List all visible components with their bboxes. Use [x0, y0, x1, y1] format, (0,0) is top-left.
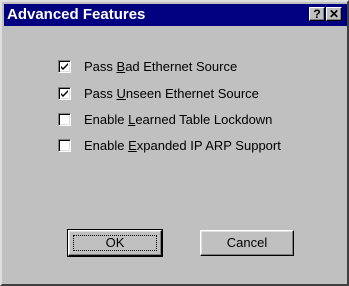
- cancel-button[interactable]: Cancel: [200, 230, 294, 256]
- ok-button-label: OK: [105, 235, 125, 250]
- checkmark-icon: [61, 63, 68, 70]
- checkbox[interactable]: [58, 139, 71, 152]
- close-button[interactable]: ✕: [326, 7, 342, 21]
- checkbox[interactable]: [58, 60, 71, 73]
- help-button[interactable]: ?: [309, 7, 325, 21]
- option-label: Enable Learned Table Lockdown: [84, 112, 273, 127]
- dialog-title: Advanced Features: [7, 6, 146, 23]
- checkbox[interactable]: [58, 113, 71, 126]
- option-label: Pass Bad Ethernet Source: [84, 59, 238, 74]
- checkmark-icon: [61, 90, 68, 97]
- ok-button[interactable]: OK: [67, 229, 163, 257]
- checkbox[interactable]: [58, 87, 71, 100]
- title-bar[interactable]: Advanced Features ? ✕: [4, 4, 347, 26]
- advanced-features-dialog: Advanced Features ? ✕ Pass Bad Ethernet …: [0, 0, 349, 286]
- option-label: Pass Unseen Ethernet Source: [84, 86, 259, 101]
- option-label: Enable Expanded IP ARP Support: [84, 138, 281, 153]
